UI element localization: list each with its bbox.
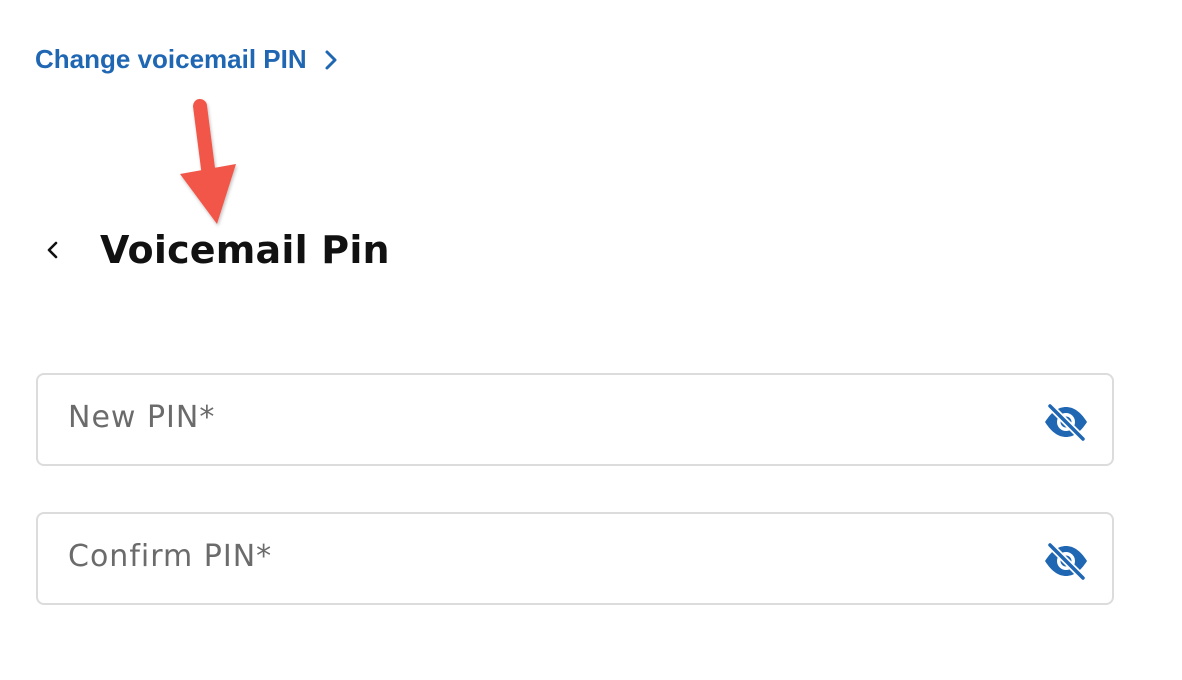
new-pin-field: [36, 373, 1114, 466]
chevron-left-icon: [47, 241, 58, 259]
eye-off-icon: [1045, 542, 1087, 580]
chevron-right-icon: [325, 50, 337, 69]
eye-off-icon: [1045, 403, 1087, 441]
confirm-pin-input[interactable]: [68, 528, 968, 584]
back-button[interactable]: [38, 235, 68, 265]
new-pin-input[interactable]: [68, 389, 968, 445]
toggle-confirm-pin-visibility-button[interactable]: [1042, 541, 1090, 581]
page-title: Voicemail Pin: [100, 228, 390, 272]
page-header: Voicemail Pin: [38, 228, 390, 272]
change-voicemail-pin-link[interactable]: Change voicemail PIN: [35, 44, 341, 75]
change-voicemail-pin-label: Change voicemail PIN: [35, 44, 307, 74]
toggle-new-pin-visibility-button[interactable]: [1042, 402, 1090, 442]
arrow-down-icon: [180, 99, 236, 224]
confirm-pin-field: [36, 512, 1114, 605]
